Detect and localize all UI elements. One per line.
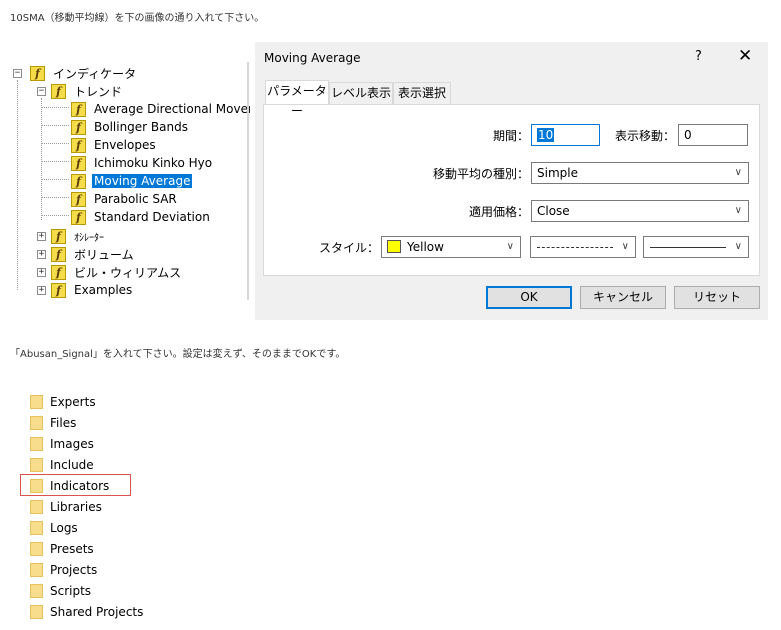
method-label: 移動平均の種別： (432, 167, 529, 181)
tree-line (41, 197, 69, 198)
line-width-select[interactable]: ∨ (643, 236, 749, 258)
tree-item-adx[interactable]: f Average Directional Movemer (71, 100, 250, 118)
tree-line (41, 179, 69, 180)
tree-line (41, 125, 69, 126)
folder-shared-projects[interactable]: Shared Projects (30, 602, 143, 622)
folder-icon (30, 584, 43, 598)
folder-icon (30, 521, 43, 535)
folder-icon (30, 395, 43, 409)
indicator-f-icon: f (51, 246, 66, 262)
tree-scroll-edge (247, 62, 249, 300)
chevron-down-icon: ∨ (734, 241, 742, 252)
color-swatch (387, 240, 401, 253)
help-icon[interactable]: ? (695, 49, 702, 64)
folder-include[interactable]: Include (30, 455, 94, 475)
top-instruction: 10SMA（移動平均線）を下の画像の通り入れて下さい。 (10, 13, 265, 24)
tree-line (41, 161, 69, 162)
indicator-f-icon: f (51, 282, 66, 298)
parameters-panel: 期間： 10 表示移動： 0 移動平均の種別： Simple ∨ 適用価格： C… (263, 104, 760, 276)
middle-instruction: 「Abusan_Signal」を入れて下さい。設定は変えず、そのままでOKです。 (10, 349, 346, 360)
folder-experts[interactable]: Experts (30, 392, 96, 412)
apply-to-label: 適用価格： (468, 205, 529, 219)
tab-levels[interactable]: レベル表示 (329, 82, 393, 104)
method-select[interactable]: Simple ∨ (531, 162, 749, 184)
period-input[interactable]: 10 (531, 124, 600, 146)
indicator-f-icon: f (71, 137, 86, 153)
indicator-f-icon: f (71, 101, 86, 117)
tree-item-envelopes[interactable]: f Envelopes (71, 136, 158, 154)
tree-node-examples[interactable]: f Examples (51, 281, 134, 299)
folder-icon (30, 458, 43, 472)
folder-logs[interactable]: Logs (30, 518, 78, 538)
indicator-f-icon: f (71, 155, 86, 171)
collapse-toggle[interactable]: − (37, 87, 46, 96)
shift-input[interactable]: 0 (678, 124, 748, 146)
tree-line (41, 98, 42, 220)
tree-line (41, 107, 69, 108)
indicator-f-icon: f (71, 191, 86, 207)
folder-icon (30, 542, 43, 556)
close-icon[interactable]: ✕ (738, 46, 752, 66)
expand-toggle[interactable]: + (37, 268, 46, 277)
chevron-down-icon: ∨ (506, 241, 514, 252)
indicator-f-icon: f (30, 65, 45, 81)
style-label: スタイル： (318, 241, 379, 255)
color-select[interactable]: Yellow ∨ (381, 236, 521, 258)
indicator-f-icon: f (71, 173, 86, 189)
tree-item-moving-average[interactable]: f Moving Average (71, 172, 193, 190)
chevron-down-icon: ∨ (621, 241, 629, 252)
folder-scripts[interactable]: Scripts (30, 581, 91, 601)
indicator-f-icon: f (71, 119, 86, 135)
folder-icon (30, 437, 43, 451)
reset-button[interactable]: リセット (674, 286, 760, 309)
tab-visualization[interactable]: 表示選択 (393, 82, 451, 104)
collapse-toggle[interactable]: − (13, 69, 22, 78)
tree-node-volumes[interactable]: f ボリューム (51, 245, 136, 263)
tree-line (17, 80, 18, 290)
expand-toggle[interactable]: + (37, 232, 46, 241)
folder-presets[interactable]: Presets (30, 539, 94, 559)
cancel-button[interactable]: キャンセル (580, 286, 666, 309)
folder-images[interactable]: Images (30, 434, 94, 454)
period-label: 期間： (492, 129, 529, 143)
tree-item-ichimoku[interactable]: f Ichimoku Kinko Hyo (71, 154, 214, 172)
folder-projects[interactable]: Projects (30, 560, 97, 580)
line-style-select[interactable]: ∨ (530, 236, 636, 258)
tab-parameters[interactable]: パラメーター (265, 80, 329, 118)
expand-toggle[interactable]: + (37, 250, 46, 259)
indicator-f-icon: f (51, 264, 66, 280)
folder-icon (30, 500, 43, 514)
indicator-f-icon: f (71, 209, 86, 225)
tree-item-bollinger-bands[interactable]: f Bollinger Bands (71, 118, 190, 136)
apply-to-select[interactable]: Close ∨ (531, 200, 749, 222)
tree-line (41, 215, 69, 216)
tree-line (41, 143, 69, 144)
indicator-tree: − f インディケータ − f トレンド f Average Direction… (10, 62, 250, 300)
tree-node-oscillators[interactable]: f ｵｼﾚｰﾀｰ (51, 227, 106, 245)
expand-toggle[interactable]: + (37, 286, 46, 295)
indicator-f-icon: f (51, 83, 66, 99)
folder-icon (30, 605, 43, 619)
tree-item-parabolic-sar[interactable]: f Parabolic SAR (71, 190, 179, 208)
indicator-f-icon: f (51, 228, 66, 244)
ok-button[interactable]: OK (486, 286, 572, 309)
folder-libraries[interactable]: Libraries (30, 497, 102, 517)
folder-icon (30, 416, 43, 430)
tree-node-trend[interactable]: f トレンド (51, 82, 124, 100)
chevron-down-icon: ∨ (734, 205, 742, 216)
tree-node-bill-williams[interactable]: f ビル・ウィリアムス (51, 263, 183, 281)
moving-average-dialog: Moving Average ? ✕ パラメーター レベル表示 表示選択 期間：… (255, 42, 768, 320)
dialog-title: Moving Average (264, 51, 361, 65)
chevron-down-icon: ∨ (734, 167, 742, 178)
dashed-line-sample (537, 247, 613, 248)
indicators-highlight-box (20, 474, 131, 496)
folder-files[interactable]: Files (30, 413, 76, 433)
tree-item-standard-deviation[interactable]: f Standard Deviation (71, 208, 212, 226)
solid-line-sample (650, 247, 726, 248)
folder-icon (30, 563, 43, 577)
tree-node-indicators[interactable]: f インディケータ (30, 64, 138, 82)
shift-label: 表示移動： (614, 129, 675, 143)
